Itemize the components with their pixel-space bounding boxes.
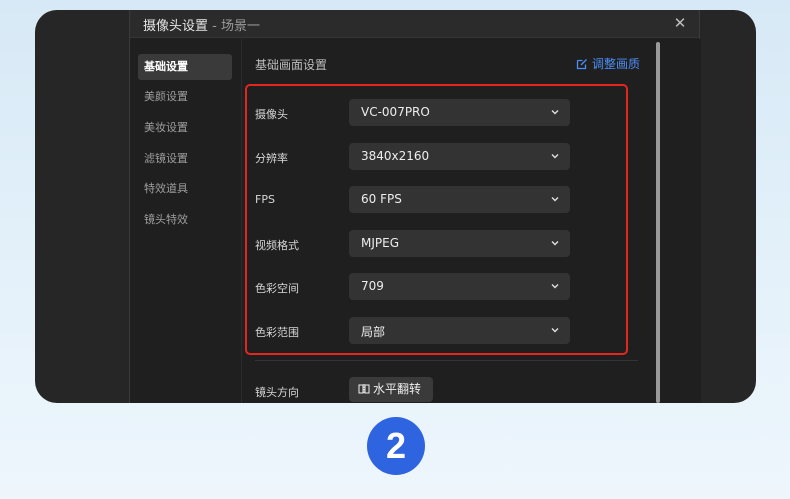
color-space-label: 色彩空间 [255, 282, 299, 295]
resolution-value: 3840x2160 [361, 149, 430, 163]
chevron-down-icon [551, 241, 559, 246]
color-space-value: 709 [361, 279, 384, 293]
chevron-down-icon [551, 110, 559, 115]
horizontal-flip-button[interactable]: 水平翻转 [349, 377, 433, 402]
step-badge: 2 [367, 417, 425, 475]
chevron-down-icon [551, 197, 559, 202]
video-format-label: 视频格式 [255, 239, 299, 252]
sidebar-item-effect-props[interactable]: 特效道具 [138, 176, 232, 202]
camera-value: VC-007PRO [361, 105, 430, 119]
fps-select[interactable]: 60 FPS [349, 186, 570, 213]
adjust-quality-link[interactable]: 调整画质 [576, 55, 640, 72]
chevron-down-icon [551, 284, 559, 289]
color-range-value: 局部 [361, 325, 386, 339]
chevron-down-icon [551, 328, 559, 333]
sidebar: 基础设置 美颜设置 美妆设置 滤镜设置 特效道具 镜头特效 [130, 39, 241, 403]
lens-direction-label: 镜头方向 [255, 386, 299, 399]
window-title-text: 摄像头设置 [143, 19, 209, 34]
sidebar-item-makeup-settings[interactable]: 美妆设置 [138, 115, 232, 141]
window-title-separator: - [208, 19, 221, 34]
edit-icon [576, 59, 587, 70]
mirror-flip-icon [358, 384, 370, 394]
title-bar: 摄像头设置 - 场景一 ✕ [130, 10, 699, 38]
horizontal-flip-label: 水平翻转 [373, 382, 422, 396]
fps-value: 60 FPS [361, 192, 402, 206]
section-title: 基础画面设置 [255, 58, 328, 72]
close-icon[interactable]: ✕ [672, 15, 688, 31]
sidebar-item-filter-settings[interactable]: 滤镜设置 [138, 146, 232, 172]
divider [255, 360, 638, 361]
sidebar-item-basic-settings[interactable]: 基础设置 [138, 54, 232, 80]
color-space-select[interactable]: 709 [349, 273, 570, 300]
sidebar-item-beauty-settings[interactable]: 美颜设置 [138, 84, 232, 110]
settings-panel: 基础画面设置 调整画质 摄像头 VC-007PRO 分辨率 3840x2160 … [241, 39, 701, 403]
window-title: 摄像头设置 - 场景一 [143, 15, 260, 34]
chevron-down-icon [551, 154, 559, 159]
adjust-quality-label: 调整画质 [592, 57, 641, 71]
window-frame: 摄像头设置 - 场景一 ✕ 基础设置 美颜设置 美妆设置 滤镜设置 特效道具 镜… [35, 10, 756, 403]
scrollbar[interactable] [656, 42, 660, 403]
sidebar-item-lens-effects[interactable]: 镜头特效 [138, 207, 232, 233]
camera-select[interactable]: VC-007PRO [349, 99, 570, 126]
color-range-select[interactable]: 局部 [349, 317, 570, 344]
video-format-value: MJPEG [361, 236, 400, 250]
resolution-select[interactable]: 3840x2160 [349, 143, 570, 170]
resolution-label: 分辨率 [255, 152, 288, 165]
camera-label: 摄像头 [255, 108, 288, 121]
window-subtitle: 场景一 [220, 19, 260, 34]
video-format-select[interactable]: MJPEG [349, 230, 570, 257]
fps-label: FPS [255, 193, 275, 206]
camera-settings-dialog: 摄像头设置 - 场景一 ✕ 基础设置 美颜设置 美妆设置 滤镜设置 特效道具 镜… [129, 10, 701, 403]
color-range-label: 色彩范围 [255, 326, 299, 339]
